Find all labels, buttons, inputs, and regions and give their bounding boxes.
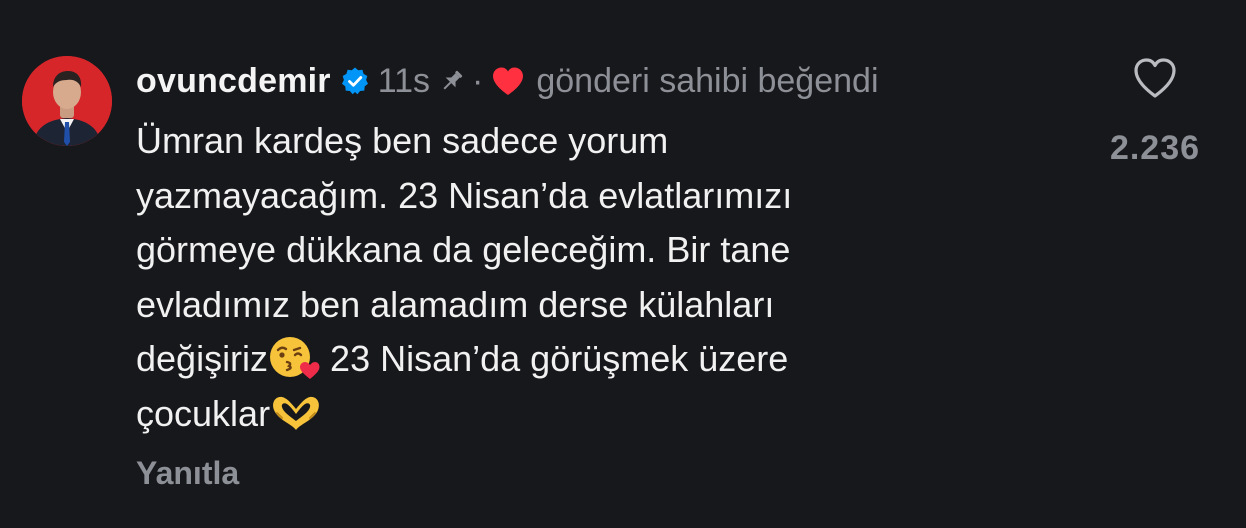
- reply-button[interactable]: Yanıtla: [136, 455, 1076, 492]
- comment-line-with-emoji: değişiriz 23 Nisan’da görüşmek üzere: [136, 332, 1066, 387]
- comment-line-with-emoji: çocuklar: [136, 387, 1066, 442]
- comment: ovuncdemir 11s · gönderi sahibi beğendi …: [22, 56, 1246, 516]
- comment-body: ovuncdemir 11s · gönderi sahibi beğendi …: [136, 56, 1076, 492]
- comment-line: 23 Nisan’da görüşmek üzere: [320, 338, 789, 379]
- heart-filled-icon: [490, 65, 526, 97]
- like-count: 2.236: [1109, 129, 1201, 167]
- heart-outline-icon[interactable]: [1131, 56, 1179, 100]
- heart-hands-emoji: [270, 390, 322, 434]
- comment-line: evladımız ben alamadım derse külahları: [136, 283, 775, 325]
- avatar[interactable]: [22, 56, 112, 146]
- kissing-face-emoji: [268, 335, 320, 379]
- like-column: 2.236: [1094, 56, 1216, 168]
- meta-separator: ·: [472, 61, 484, 100]
- comment-line: görmeye dükkana da geleceğim. Bir tane: [136, 229, 791, 270]
- username[interactable]: ovuncdemir: [136, 62, 331, 101]
- comment-time: 11s: [377, 61, 431, 100]
- pin-icon: [438, 67, 466, 95]
- liked-by-author-text: gönderi sahibi beğendi: [536, 61, 879, 100]
- comment-meta: ovuncdemir 11s · gönderi sahibi beğendi: [136, 56, 1076, 106]
- comment-line: yazmayacağım. 23 Nisan’da evlatlarımızı: [136, 174, 793, 216]
- comment-line: çocuklar: [136, 392, 271, 434]
- comment-line: değişiriz: [136, 338, 269, 379]
- comment-line: Ümran kardeş ben sadece yorum: [136, 120, 669, 161]
- comment-text: Ümran kardeş ben sadece yorum yazmayacağ…: [136, 114, 1066, 441]
- verified-badge-icon: [340, 66, 370, 96]
